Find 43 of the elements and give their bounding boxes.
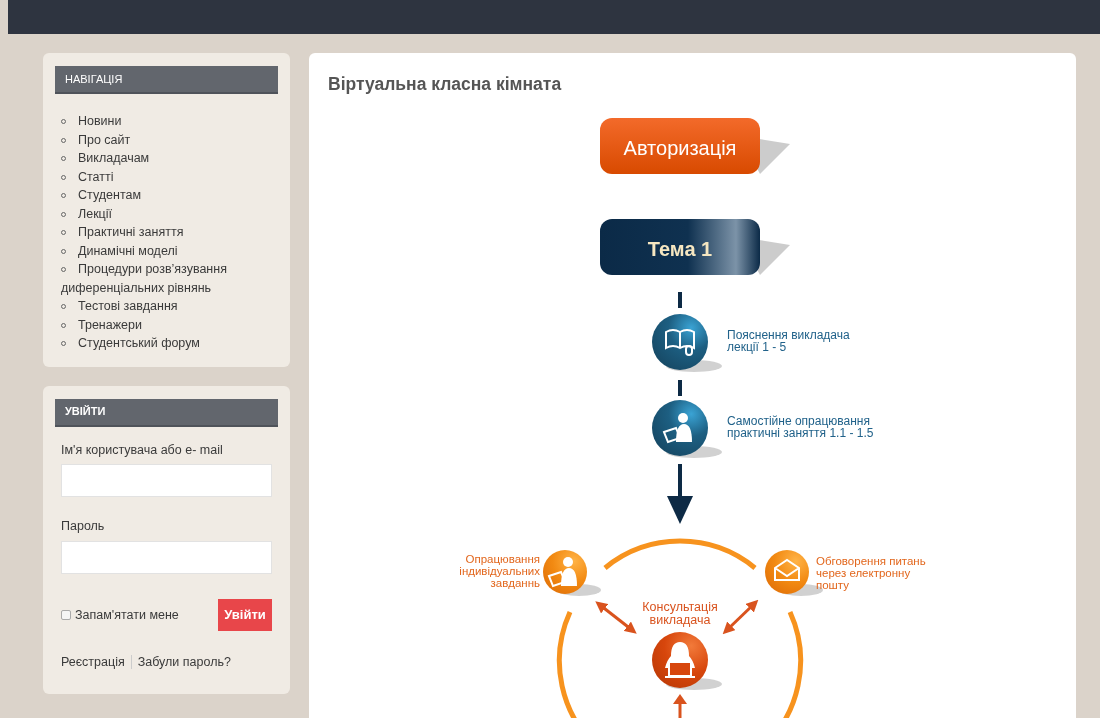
up-arrow [673,694,687,718]
person-reading-icon [547,557,577,588]
checkbox-label: Запам'ятати мене [75,606,179,624]
nav-item[interactable]: Студентський форум [61,334,278,353]
down-arrow [667,464,693,524]
block-label: Тема 1 [647,237,713,262]
cycle-label: Обговорення питань через електронну пошту [816,555,926,591]
book-icon [665,329,695,356]
panel-title: УВІЙТИ [55,398,278,427]
nav-item[interactable]: Лекції [61,204,278,223]
person-laptop-icon [664,642,696,678]
link[interactable]: Забули пароль? [137,653,231,672]
nav-item[interactable]: Динамічні моделі [61,241,278,260]
block-label: Авторизація [623,136,737,161]
nav-item[interactable]: Процедури розв’язування диференціальних рівнянь [61,260,278,297]
cycle-label: Опрацювання індивідуальних завданнь [459,553,540,589]
step-label: Самостійне опрацювання практичні заняття 1.1 - 1.5 [727,415,874,439]
connector-line [678,380,682,396]
checkbox[interactable] [61,610,71,620]
double-arrow [722,599,759,635]
field-label: Ім'я користувача або e- mail [61,441,224,459]
connector-line [678,292,682,308]
link[interactable]: Реєстрація [61,653,125,672]
nav-item[interactable]: Статті [61,167,278,186]
page-title: Віртуальна класна кімната [328,73,562,96]
cycle-label: Консультація викладача [642,601,718,627]
person-reading-icon [662,413,692,444]
login-button[interactable]: Увійти [218,599,272,631]
envelope-icon [774,558,800,581]
password-field[interactable] [61,541,272,574]
field-label: Пароль [61,518,106,536]
nav-item[interactable]: Новини [61,112,278,131]
nav-item[interactable]: Практичні заняття [61,223,278,242]
nav-item[interactable]: Про сайт [61,130,278,149]
step-label: Пояснення викладача лекції 1 - 5 [727,329,850,353]
icon-circle [652,314,722,372]
nav-item[interactable]: Тренажери [61,315,278,334]
nav-item[interactable]: Студентам [61,186,278,205]
nav-item[interactable]: Викладачам [61,149,278,168]
double-arrow [595,601,637,634]
username-field[interactable] [61,464,272,498]
panel-title: НАВІГАЦІЯ [55,66,278,94]
nav-item[interactable]: Тестові завдання [61,297,278,316]
